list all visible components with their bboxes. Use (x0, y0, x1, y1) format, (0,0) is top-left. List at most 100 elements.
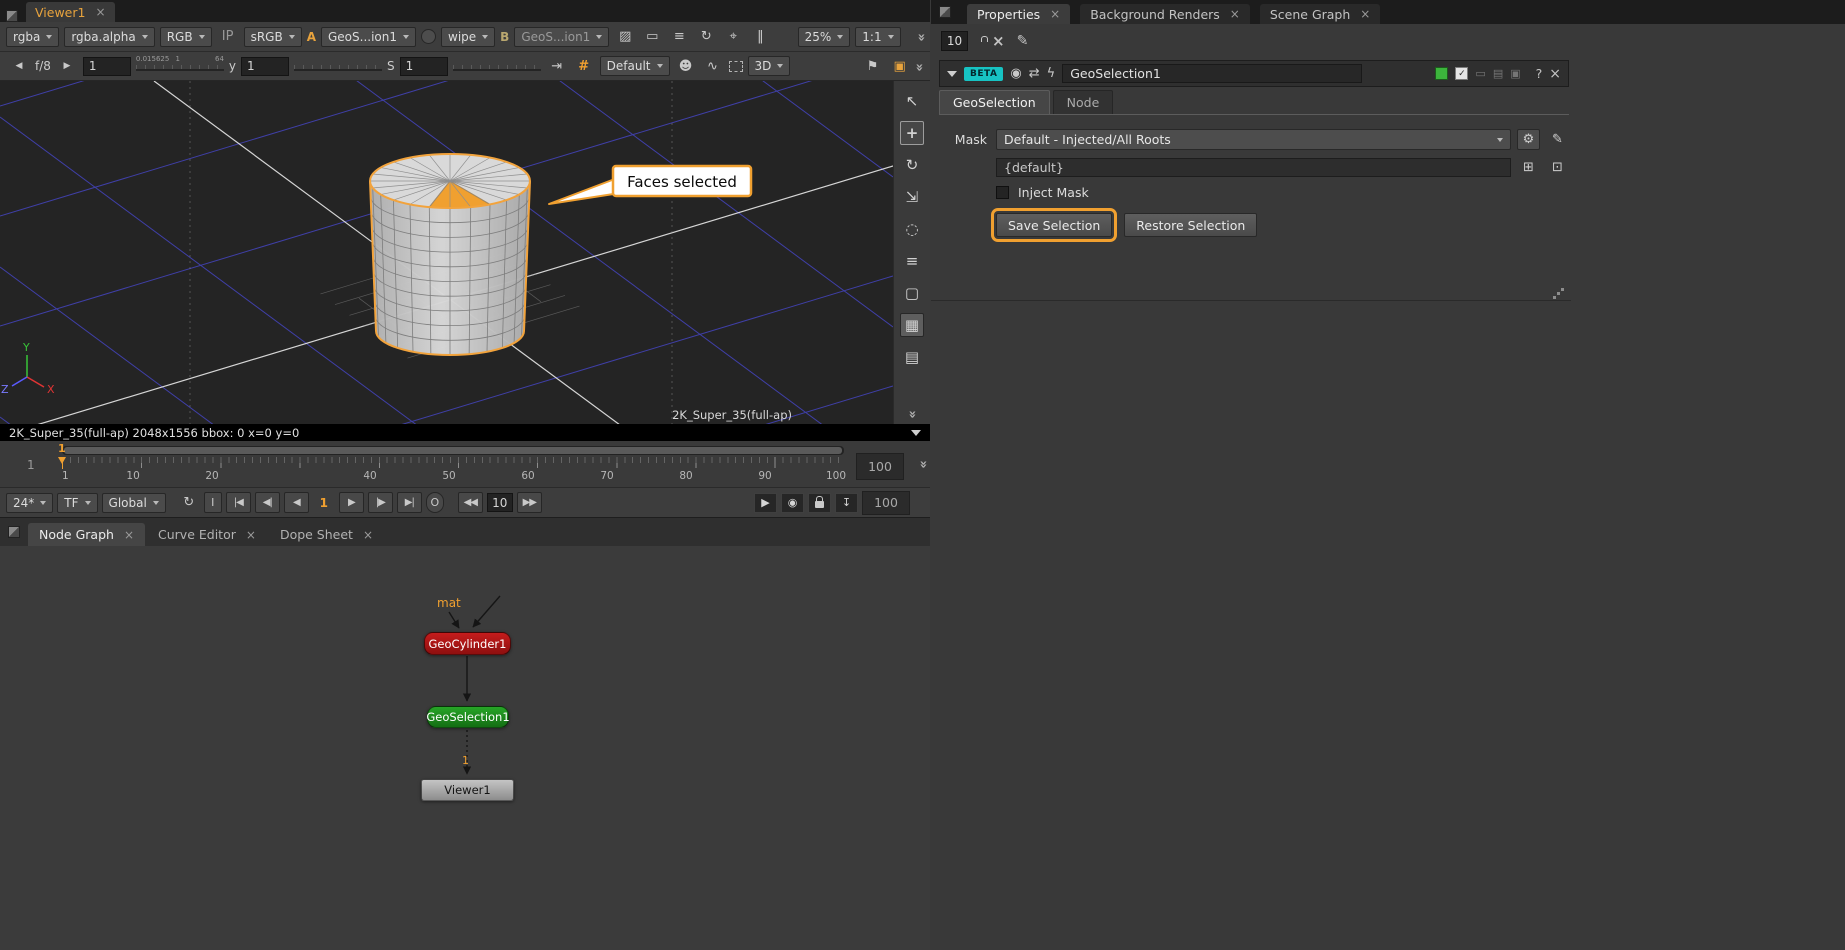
restore-selection-button[interactable]: Restore Selection (1124, 213, 1257, 237)
center-node-icon[interactable]: ◉ (1010, 66, 1021, 81)
zoom-dropdown[interactable]: 25% (798, 27, 851, 47)
close-icon[interactable]: × (1230, 8, 1240, 20)
close-icon[interactable]: × (246, 529, 256, 541)
display-channels-dropdown[interactable]: RGB (160, 27, 212, 47)
gear-icon[interactable]: ⚙ (1517, 129, 1540, 150)
save-selection-button[interactable]: Save Selection (996, 213, 1112, 237)
timeline-scrollbar[interactable] (62, 446, 844, 455)
gain-next-icon[interactable]: ▶ (56, 56, 78, 76)
play-forward-button[interactable]: ▶ (339, 492, 364, 513)
pane-grip-icon[interactable] (6, 10, 18, 22)
frame-increment-input[interactable]: 10 (487, 493, 513, 512)
gain-prev-icon[interactable]: ◀ (8, 56, 30, 76)
status-dropdown-icon[interactable] (911, 430, 921, 436)
selection-expression-input[interactable]: {default} (996, 158, 1511, 177)
input-process-toggle[interactable]: IP (217, 27, 239, 47)
scene-browse-icon[interactable]: ⊞ (1517, 157, 1540, 178)
soft-select-icon[interactable]: ◌ (900, 217, 924, 241)
in-point-button[interactable]: I (204, 492, 222, 513)
channels-check-icon[interactable]: ✓ (1455, 67, 1468, 80)
wipe-mode-dropdown[interactable]: wipe (441, 27, 495, 47)
uv-view-icon[interactable]: ▢ (900, 281, 924, 305)
play-on-monitor-icon[interactable]: ▶ (754, 493, 777, 513)
saturation-slider[interactable] (453, 57, 541, 75)
tab-properties[interactable]: Properties × (967, 4, 1070, 24)
proxy-ratio-dropdown[interactable]: 1:1 (855, 27, 900, 47)
tab-scene-graph[interactable]: Scene Graph × (1260, 4, 1381, 24)
scrollbar-thumb[interactable] (64, 447, 842, 454)
arrow-into-icon[interactable]: ⇥ (546, 56, 568, 76)
close-icon[interactable]: × (1360, 8, 1370, 20)
roi-dashed-box-icon[interactable] (729, 61, 743, 72)
capture-icon[interactable]: ◉ (781, 493, 804, 513)
perspective-view-icon[interactable]: ▤ (900, 345, 924, 369)
help-icon[interactable]: ? (1536, 66, 1543, 81)
swap-inputs-icon[interactable]: ⇄ (1029, 66, 1040, 81)
float-window-icon[interactable]: ▭ (1475, 67, 1485, 80)
node-viewer1[interactable]: Viewer1 (421, 779, 514, 801)
tab-geoselection[interactable]: GeoSelection (939, 90, 1050, 114)
sliders-icon[interactable]: ≡ (900, 249, 924, 273)
loop-mode-icon[interactable]: ↻ (178, 493, 200, 513)
close-icon[interactable]: × (124, 529, 134, 541)
next-keyframe-button[interactable]: |▶ (368, 492, 393, 513)
clear-panels-icon[interactable]: × (992, 32, 1005, 50)
wipe-center-button[interactable] (421, 29, 436, 44)
pause-icon[interactable]: ‖ (749, 27, 771, 47)
alpha-layer-dropdown[interactable]: rgba.alpha (64, 27, 154, 47)
fps-dropdown[interactable]: 24* (6, 493, 53, 513)
lock-range-icon[interactable] (808, 493, 831, 513)
collapse-chevrons-icon[interactable]: » (914, 33, 927, 39)
collapse-triangle-icon[interactable] (947, 71, 957, 77)
tab-node-graph[interactable]: Node Graph × (28, 523, 145, 546)
inject-mask-checkbox[interactable] (996, 186, 1009, 199)
collapse-chevrons-icon[interactable]: » (912, 63, 925, 69)
go-to-end-button[interactable]: ▶| (397, 492, 422, 513)
go-to-start-button[interactable]: |◀ (226, 492, 251, 513)
grid-hash-icon[interactable]: # (573, 56, 595, 76)
node-geocylinder1[interactable]: GeoCylinder1 (424, 632, 511, 655)
close-icon[interactable]: × (363, 529, 373, 541)
prev-keyframe-button[interactable]: ◀| (255, 492, 280, 513)
view-preset-dropdown[interactable]: Default (600, 56, 670, 76)
monitor-out-icon[interactable]: ▭ (641, 27, 663, 47)
max-panels-input[interactable]: 10 (941, 31, 968, 51)
pencil-icon[interactable]: ✎ (1546, 129, 1569, 150)
texture-view-icon[interactable]: ▦ (900, 313, 924, 337)
pane-grip-icon[interactable] (939, 6, 951, 18)
playback-range-end[interactable]: 100 (862, 491, 910, 515)
gain-slider[interactable]: 0.015625 1 64 (136, 57, 224, 75)
jump-back-button[interactable]: ◀◀ (458, 492, 483, 513)
collapse-chevrons-icon[interactable]: » (906, 410, 919, 416)
stack-panel-icon[interactable]: ▤ (1493, 67, 1503, 80)
render-region-icon[interactable]: ⌖ (722, 27, 744, 47)
viewer-mode-dropdown[interactable]: 3D (748, 56, 791, 76)
fstop-label[interactable]: f/8 (35, 59, 51, 73)
scene-pick-icon[interactable]: ⊡ (1546, 157, 1569, 178)
mask-dropdown[interactable]: Default - Injected/All Roots (996, 129, 1511, 150)
gain-input[interactable]: 1 (83, 57, 131, 76)
tab-dope-sheet[interactable]: Dope Sheet × (269, 523, 384, 546)
resize-handle-icon[interactable] (1553, 296, 1556, 299)
tab-viewer1[interactable]: Viewer1 × (26, 2, 115, 22)
range-start-value[interactable]: 1 (27, 458, 35, 472)
flipbook-export-icon[interactable]: ↧ (835, 493, 858, 513)
out-point-button[interactable]: O (426, 492, 444, 513)
collapse-chevrons-icon[interactable]: » (916, 460, 929, 466)
rotate-icon[interactable]: ↻ (900, 153, 924, 177)
pencil-icon[interactable]: ✎ (1017, 33, 1029, 49)
proxy-person-icon[interactable]: ☻ (675, 56, 697, 76)
prev-frame-button[interactable]: ◀ (284, 492, 309, 513)
render-view-icon[interactable]: ▣ (889, 56, 911, 76)
timeline-ruler[interactable]: 1 10 20 40 50 60 70 80 90 100 (62, 457, 844, 484)
node-graph-canvas[interactable]: mat GeoCylinder1 GeoSelection1 1 Viewer1 (0, 546, 930, 950)
wave-icon[interactable]: ∿ (702, 56, 724, 76)
pane-grip-icon[interactable] (8, 526, 20, 538)
mat-node-label[interactable]: mat (437, 596, 461, 610)
refresh-icon[interactable]: ↻ (695, 27, 717, 47)
tf-dropdown[interactable]: TF (57, 493, 97, 513)
cylinder-geometry[interactable] (370, 154, 530, 355)
node-geoselection1[interactable]: GeoSelection1 (427, 706, 509, 728)
jump-forward-button[interactable]: ▶▶ (517, 492, 542, 513)
input-a-dropdown[interactable]: GeoS...ion1 (321, 27, 416, 47)
